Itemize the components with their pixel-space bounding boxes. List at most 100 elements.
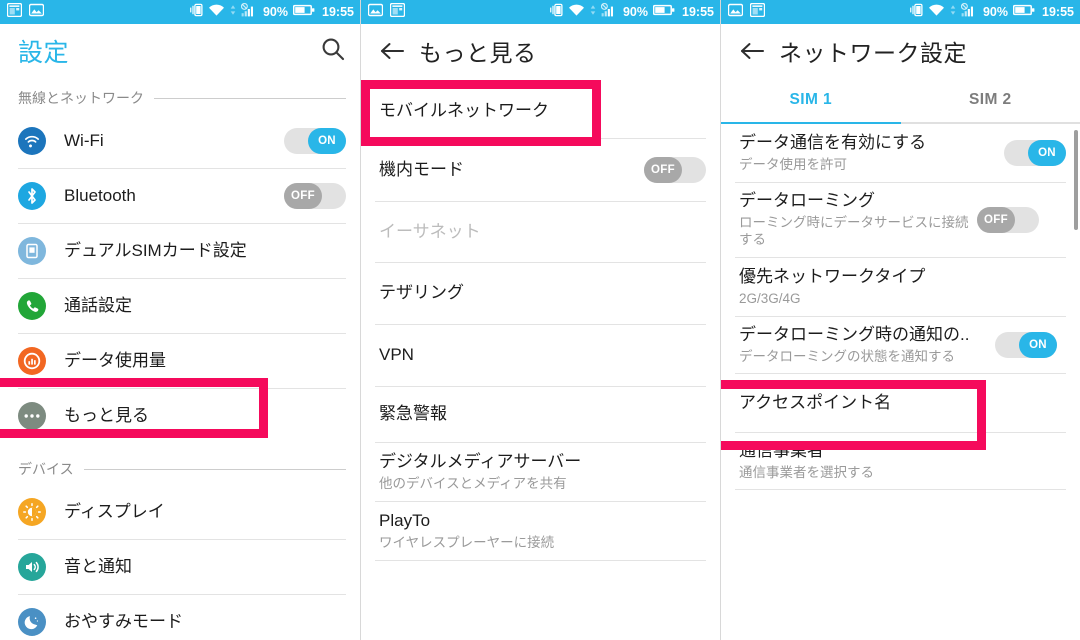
toggle-label: OFF [284,183,322,209]
row-title: 通話設定 [64,295,132,315]
toggle-label: OFF [644,157,682,183]
vibrate-icon [549,3,563,22]
sidebar-item-bluetooth[interactable]: Bluetooth OFF [0,169,360,223]
status-bar: 90% 19:55 [361,0,720,24]
signal-icon [240,2,258,22]
gallery-icon [367,3,384,22]
roaming-notification-toggle[interactable]: ON [995,332,1057,358]
battery-percent: 90% [262,4,289,19]
row-title: テザリング [379,283,464,303]
widget-icon [6,2,23,22]
status-bar-system: 90% 19:55 [909,2,1074,22]
list-item-airplane-mode[interactable]: 機内モード OFF [361,139,720,201]
section-header-device: デバイス [0,443,360,485]
three-panel-screenshot: 90% 19:55 設定 無線とネットワーク Wi-Fi ON Bluetoot… [0,0,1080,640]
sidebar-item-more[interactable]: もっと見る [0,389,360,443]
vertical-scrollbar[interactable] [1074,130,1078,230]
list-item-dms[interactable]: デジタルメディアサーバー 他のデバイスとメディアを共有 [361,443,720,501]
list-item-tethering[interactable]: テザリング [361,263,720,324]
list-item-playto[interactable]: PlayTo ワイヤレスプレーヤーに接続 [361,502,720,560]
sidebar-item-call-settings[interactable]: 通話設定 [0,279,360,333]
page-title: ネットワーク設定 [779,40,967,66]
row-subtitle: 通信事業者を選択する [739,464,874,480]
row-subtitle: データローミングの状態を通知する [739,348,955,364]
wifi-icon [928,3,945,22]
tab-sim2[interactable]: SIM 2 [901,78,1080,122]
row-subtitle: ワイヤレスプレーヤーに接続 [379,534,555,550]
clock: 19:55 [682,5,714,19]
tab-label: SIM 1 [789,91,832,108]
wifi-toggle[interactable]: ON [284,128,346,154]
panel-network-settings: 90% 19:55 ネットワーク設定 SIM 1 SIM 2 データ通信を有効に… [720,0,1080,640]
row-title: データローミング [739,191,875,211]
page-title: 設定 [18,39,70,67]
gallery-icon [727,3,744,22]
row-title: 通信事業者 [739,440,824,460]
status-bar: 90% 19:55 [721,0,1080,24]
battery-percent: 90% [622,4,649,19]
toggle-label: ON [308,128,346,154]
row-title: 緊急警報 [379,404,447,424]
row-title: デュアルSIMカード設定 [64,240,247,260]
sim-tabs: SIM 1 SIM 2 [721,78,1080,122]
list-item-data-roaming[interactable]: データローミング ローミング時にデータサービスに接続する OFF [721,183,1080,257]
toggle-label: ON [1028,140,1066,166]
enable-data-toggle[interactable]: ON [1004,140,1066,166]
sidebar-item-data-usage[interactable]: データ使用量 [0,334,360,388]
section-label: デバイス [18,461,74,477]
toggle-label: ON [1019,332,1057,358]
tab-label: SIM 2 [969,91,1012,108]
list-item-enable-data[interactable]: データ通信を有効にする データ使用を許可 ON [721,124,1080,182]
gallery-icon [28,3,45,22]
sidebar-item-do-not-disturb[interactable]: おやすみモード [0,595,360,640]
list-item-carrier[interactable]: 通信事業者 通信事業者を選択する [721,433,1080,489]
widget-icon [749,2,766,22]
wifi-icon [208,3,225,22]
section-header-wireless: 無線とネットワーク [0,78,360,114]
row-title: Wi-Fi [64,130,104,150]
row-title: モバイルネットワーク [379,100,549,120]
row-subtitle: ローミング時にデータサービスに接続する [739,214,969,248]
search-icon[interactable] [320,36,346,67]
data-arrows-icon [230,3,236,22]
moon-icon [18,608,46,636]
list-item-roaming-notification[interactable]: データローミング時の通知の.. データローミングの状態を通知する ON [721,317,1080,373]
back-arrow-icon[interactable] [739,40,765,62]
row-title: デジタルメディアサーバー [379,451,582,471]
sidebar-item-wifi[interactable]: Wi-Fi ON [0,114,360,168]
list-item-vpn[interactable]: VPN [361,325,720,386]
list-item-mobile-network[interactable]: モバイルネットワーク [361,78,720,138]
app-bar-settings: 設定 [0,24,360,78]
status-bar-system: 90% 19:55 [189,2,354,22]
status-bar-notifications [367,2,406,22]
phone-icon [18,292,46,320]
row-title: もっと見る [64,405,149,425]
brightness-icon [18,498,46,526]
clock: 19:55 [1042,5,1074,19]
divider [375,560,706,561]
toggle-label: OFF [977,207,1015,233]
bluetooth-toggle[interactable]: OFF [284,183,346,209]
airplane-mode-toggle[interactable]: OFF [644,157,706,183]
row-title: データローミング時の通知の.. [739,324,970,344]
wifi-icon [568,3,585,22]
signal-icon [960,2,978,22]
data-arrows-icon [590,3,596,22]
row-title: 音と通知 [64,556,132,576]
more-icon [18,402,46,430]
panel-settings: 90% 19:55 設定 無線とネットワーク Wi-Fi ON Bluetoot… [0,0,360,640]
list-item-preferred-network-type[interactable]: 優先ネットワークタイプ 2G/3G/4G [721,258,1080,316]
data-roaming-toggle[interactable]: OFF [977,207,1039,233]
bluetooth-icon [18,182,46,210]
list-item-emergency-alerts[interactable]: 緊急警報 [361,387,720,442]
tab-sim1[interactable]: SIM 1 [721,78,901,122]
sidebar-item-sound[interactable]: 音と通知 [0,540,360,594]
back-arrow-icon[interactable] [379,40,405,62]
vibrate-icon [189,3,203,22]
list-item-access-point-names[interactable]: アクセスポイント名 [721,374,1080,432]
sidebar-item-display[interactable]: ディスプレイ [0,485,360,539]
data-arrows-icon [950,3,956,22]
row-title: ディスプレイ [64,501,165,521]
clock: 19:55 [322,5,354,19]
sidebar-item-dual-sim[interactable]: デュアルSIMカード設定 [0,224,360,278]
